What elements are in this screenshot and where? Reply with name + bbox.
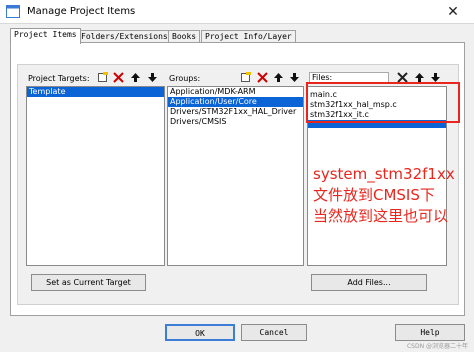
list-item[interactable]: Application/MDK-ARM	[168, 87, 303, 97]
groups-label: Groups:	[169, 74, 201, 83]
cancel-button[interactable]: Cancel	[241, 324, 307, 341]
add-files-button[interactable]: Add Files...	[311, 274, 427, 291]
annotation-line-3: 当然放到这里也可以	[313, 207, 449, 225]
targets-list[interactable]: Template	[26, 86, 165, 266]
highlight-box	[306, 82, 460, 123]
targets-header: Project Targets:	[26, 70, 165, 86]
app-icon	[6, 5, 20, 18]
move-down-icon[interactable]	[146, 71, 159, 84]
list-item[interactable]: Template	[27, 87, 164, 97]
new-item-icon[interactable]	[239, 71, 252, 84]
targets-label: Project Targets:	[28, 74, 90, 83]
move-up-icon[interactable]	[272, 71, 285, 84]
move-up-icon[interactable]	[129, 71, 142, 84]
new-item-icon[interactable]	[96, 71, 109, 84]
list-item[interactable]: Application/User/Core	[168, 97, 303, 107]
annotation-line-2: 文件放到CMSIS下	[313, 186, 435, 204]
list-item[interactable]: Drivers/CMSIS	[168, 117, 303, 127]
help-button[interactable]: Help	[395, 324, 465, 341]
title-bar: Manage Project Items ✕	[0, 0, 474, 24]
groups-header: Groups:	[167, 70, 304, 86]
close-button[interactable]: ✕	[432, 0, 474, 24]
groups-list[interactable]: Application/MDK-ARM Application/User/Cor…	[167, 86, 304, 266]
list-item[interactable]: Drivers/STM32F1xx_HAL_Driver	[168, 107, 303, 117]
delete-icon[interactable]	[256, 71, 269, 84]
delete-icon[interactable]	[112, 71, 125, 84]
move-down-icon[interactable]	[288, 71, 301, 84]
tab-project-items[interactable]: Project Items	[10, 28, 81, 44]
annotation-line-1: system_stm32f1xx	[313, 165, 455, 183]
window-title: Manage Project Items	[27, 6, 136, 17]
watermark: CSDN @浏览器二十年	[406, 343, 468, 350]
set-current-target-button[interactable]: Set as Current Target	[31, 274, 146, 291]
ok-button[interactable]: OK	[165, 324, 235, 341]
